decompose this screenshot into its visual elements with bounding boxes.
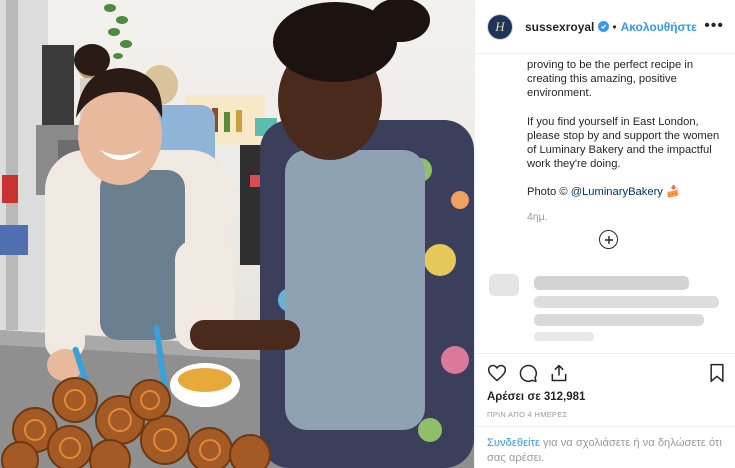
avatar-monogram: H — [495, 18, 505, 34]
bookmark-icon[interactable] — [708, 363, 726, 388]
post-caption: proving to be the perfect recipe in crea… — [527, 58, 727, 214]
username-link[interactable]: sussexroyal — [525, 20, 594, 34]
login-link[interactable]: Συνδεθείτε — [487, 437, 540, 449]
avatar[interactable]: H — [487, 13, 513, 40]
mention-link[interactable]: @LuminaryBakery — [571, 186, 663, 198]
post-date[interactable]: ΠΡΙΝ ΑΠΟ 4 ΗΜΕΡΕΣ — [487, 410, 568, 419]
caption-paragraph: proving to be the perfect recipe in crea… — [527, 59, 694, 100]
post-sidebar: H sussexroyal • Ακολουθήστε ••• proving … — [474, 0, 735, 468]
login-prompt: Συνδεθείτε για να σχολιάσετε ή να δηλώσε… — [475, 426, 735, 468]
comment-icon[interactable] — [518, 363, 538, 388]
post-photo[interactable] — [0, 0, 474, 468]
bakery-photo-illustration — [0, 0, 474, 468]
plus-circle-icon[interactable] — [599, 230, 618, 249]
photo-credit: Photo © @LuminaryBakery 🍰 — [527, 185, 727, 199]
caption-paragraph: If you find yourself in East London, ple… — [527, 115, 720, 171]
verified-badge-icon — [598, 21, 610, 32]
photo-credit-prefix: Photo © — [527, 186, 571, 199]
share-icon[interactable] — [549, 363, 569, 388]
heart-icon[interactable] — [487, 363, 507, 388]
caption-time: 4ημ. — [527, 211, 548, 223]
follow-button[interactable]: Ακολουθήστε — [621, 20, 697, 34]
action-bar — [475, 353, 735, 393]
header-separator: • — [612, 19, 617, 34]
likes-count[interactable]: Αρέσει σε 312,981 — [487, 391, 585, 403]
more-options-icon[interactable]: ••• — [704, 17, 724, 35]
cake-emoji-icon: 🍰 — [666, 186, 680, 199]
blurred-comments — [489, 274, 719, 341]
post-header: H sussexroyal • Ακολουθήστε ••• — [475, 0, 735, 54]
